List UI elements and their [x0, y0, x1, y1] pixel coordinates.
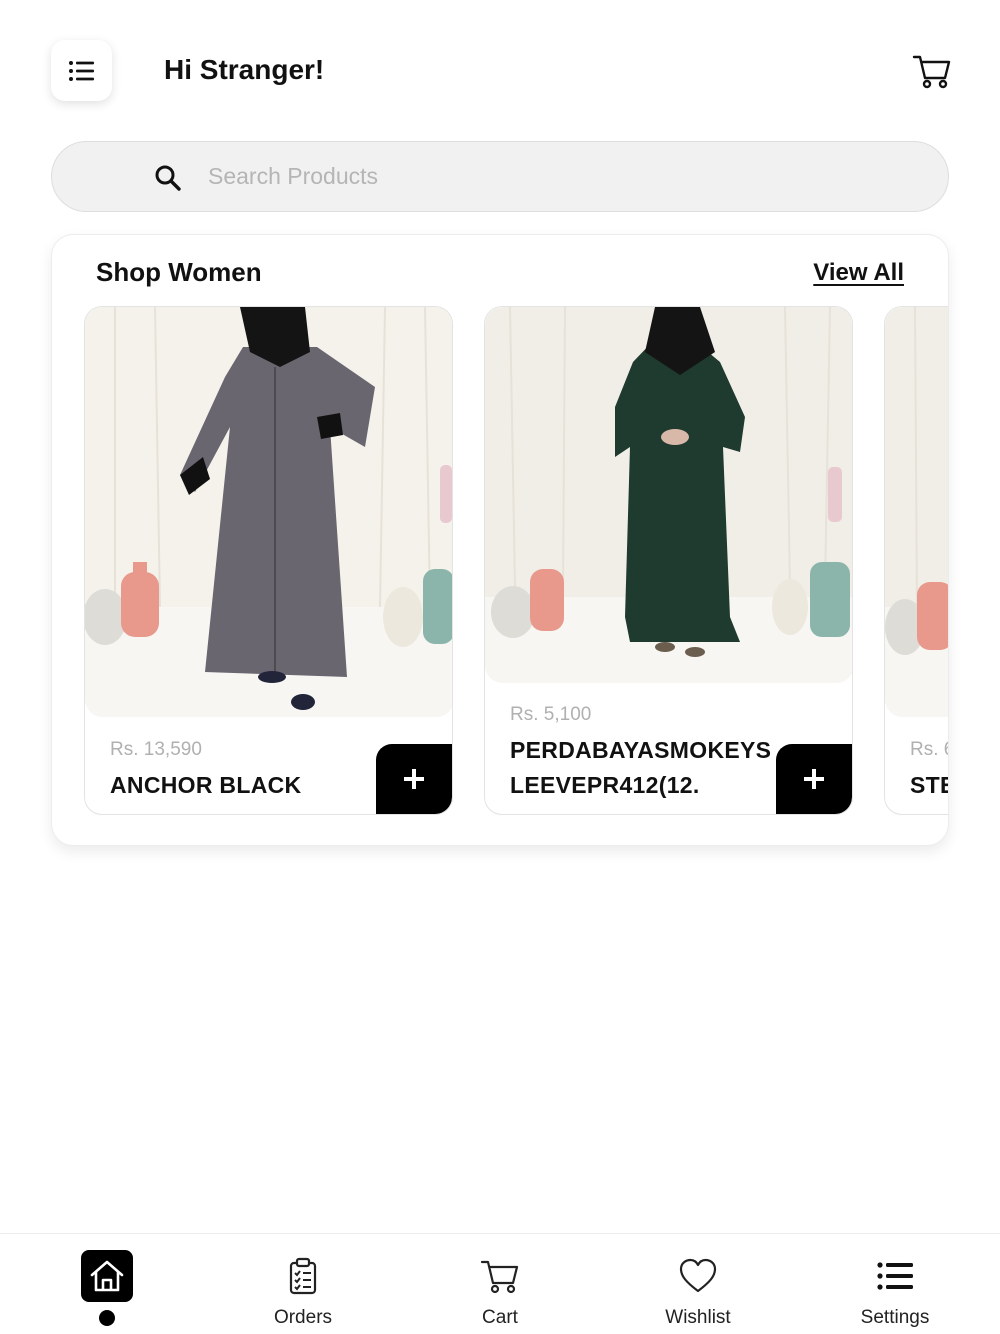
product-name: STE: [910, 772, 948, 798]
menu-button[interactable]: [51, 40, 112, 101]
search-input[interactable]: [208, 142, 908, 211]
nav-home-button[interactable]: [81, 1250, 133, 1302]
product-price: Rs. 5,100: [510, 704, 592, 725]
search-bar[interactable]: [51, 141, 949, 212]
active-indicator: [99, 1310, 115, 1326]
product-card[interactable]: Rs. 6 STE: [884, 306, 948, 815]
product-card[interactable]: Rs. 13,590 ANCHOR BLACK: [84, 306, 453, 815]
shop-women-section: Shop Women View All Rs. 13,590 ANCHOR BL…: [51, 234, 949, 846]
nav-orders[interactable]: Orders: [223, 1234, 383, 1334]
nav-label: Wishlist: [665, 1307, 731, 1328]
add-to-cart-button[interactable]: [776, 744, 852, 814]
nav-label: Orders: [273, 1307, 333, 1328]
product-name: ANCHOR BLACK: [110, 772, 302, 798]
home-screen: Hi Stranger! Shop Women View All: [0, 0, 1000, 1334]
cart-icon: [480, 1260, 519, 1294]
nav-label: Cart: [482, 1307, 518, 1328]
product-price: Rs. 6: [910, 739, 948, 760]
product-card[interactable]: Rs. 5,100 PERDABAYASMOKEYS LEEVEPR412(12…: [484, 306, 853, 815]
nav-settings[interactable]: Settings: [815, 1234, 975, 1334]
product-image: [485, 307, 852, 683]
bottom-nav: Orders Cart Wishlist Settings: [0, 1233, 1000, 1334]
plus-icon: [804, 769, 824, 789]
add-to-cart-button[interactable]: [376, 744, 452, 814]
product-image: [885, 307, 948, 717]
menu-icon: [68, 60, 94, 81]
view-all-link[interactable]: View All: [813, 259, 904, 287]
product-price: Rs. 13,590: [110, 739, 202, 760]
product-name: PERDABAYASMOKEYS LEEVEPR412(12.: [510, 737, 772, 798]
nav-label: Settings: [860, 1307, 930, 1328]
heart-icon: [679, 1258, 717, 1293]
home-icon: [90, 1260, 124, 1292]
list-icon: [877, 1262, 913, 1290]
nav-wishlist[interactable]: Wishlist: [618, 1234, 778, 1334]
search-icon: [155, 165, 181, 191]
plus-icon: [404, 769, 424, 789]
section-title: Shop Women: [96, 257, 262, 287]
nav-cart[interactable]: Cart: [420, 1234, 580, 1334]
clipboard-icon: [289, 1257, 317, 1295]
cart-icon[interactable]: [912, 51, 952, 91]
greeting-title: Hi Stranger!: [164, 54, 325, 85]
product-image: [85, 307, 452, 717]
